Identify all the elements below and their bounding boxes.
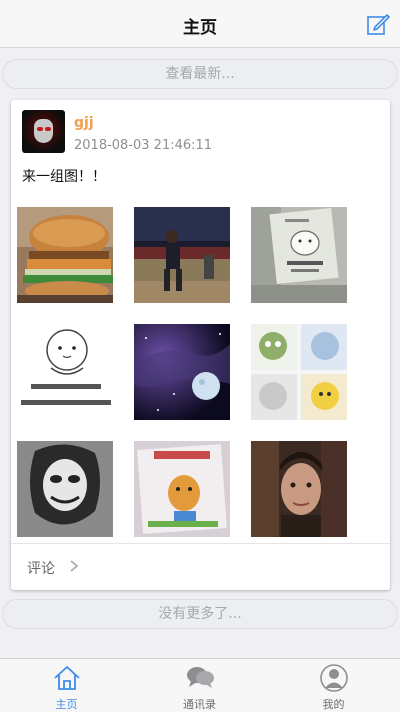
- person-icon: [320, 664, 348, 692]
- post-image-joker[interactable]: [17, 441, 113, 537]
- tab-contacts-label: 通讯录: [183, 698, 216, 711]
- post-timestamp: 2018-08-03 21:46:11: [74, 138, 213, 153]
- compose-icon[interactable]: [366, 12, 390, 36]
- tab-home-label: 主页: [55, 698, 78, 711]
- tab-me-label: 我的: [322, 698, 345, 711]
- tab-bar: 主页 通讯录 我的: [0, 658, 400, 712]
- comment-label: 评论: [27, 561, 55, 577]
- page-title: 主页: [183, 18, 217, 38]
- post-content: 来一组图！！: [22, 169, 106, 185]
- no-more-indicator: 没有更多了...: [2, 599, 398, 629]
- post-image-burger[interactable]: [17, 207, 113, 303]
- comment-row[interactable]: 评论: [11, 543, 390, 590]
- post-image-comic-collage[interactable]: [251, 324, 347, 420]
- avatar[interactable]: [22, 110, 65, 153]
- tab-contacts[interactable]: 通讯录: [133, 659, 266, 712]
- home-icon: [54, 666, 80, 690]
- post-username[interactable]: gjj: [74, 115, 94, 131]
- post-image-portrait[interactable]: [251, 441, 347, 537]
- chevron-right-icon: [70, 560, 79, 572]
- chat-bubbles-icon: [187, 667, 214, 688]
- post-image-cartoon-meme[interactable]: [17, 324, 113, 420]
- post-image-basketball-court[interactable]: [134, 207, 230, 303]
- post-image-meme-photo[interactable]: [251, 207, 347, 303]
- header-bar: 主页: [0, 0, 400, 48]
- post-image-tiger-drawing[interactable]: [134, 441, 230, 537]
- post-image-night-sky[interactable]: [134, 324, 230, 420]
- tab-me[interactable]: 我的: [267, 659, 400, 712]
- tab-home[interactable]: 主页: [0, 659, 133, 712]
- post-card: gjj 2018-08-03 21:46:11 来一组图！！ 评论: [11, 100, 390, 590]
- refresh-latest-button[interactable]: 查看最新...: [2, 59, 398, 89]
